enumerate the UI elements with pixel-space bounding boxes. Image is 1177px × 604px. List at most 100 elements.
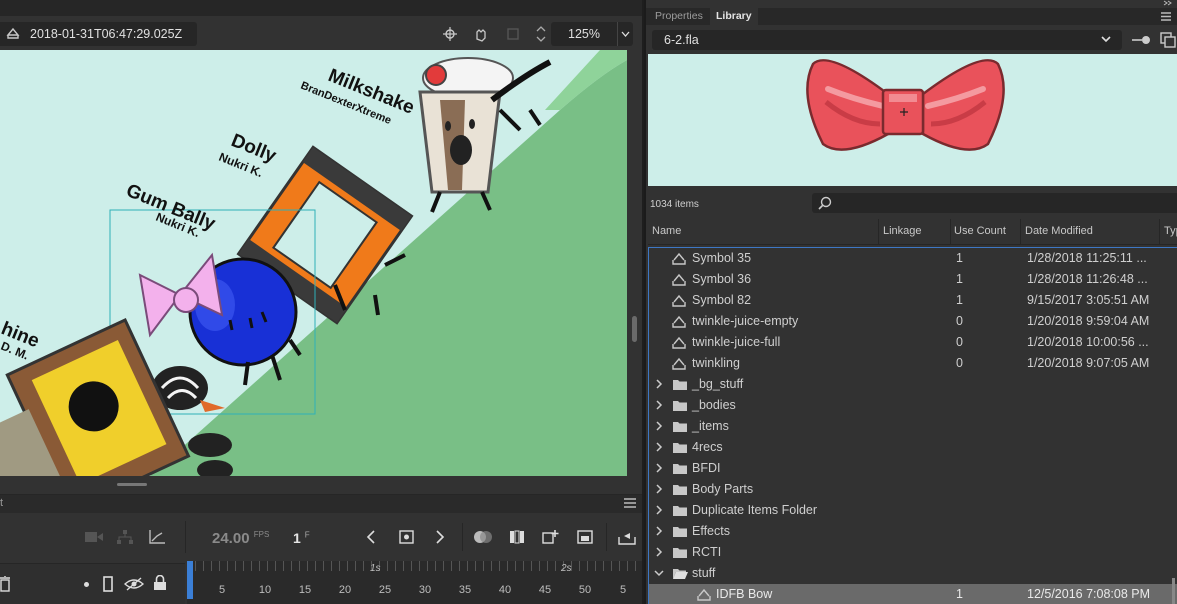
- fps-display[interactable]: 24.00 FPS: [212, 530, 269, 547]
- library-symbol-row[interactable]: Symbol 35 1 1/28/2018 11:25:11 ...: [649, 248, 1177, 269]
- edit-multiple-frames-icon[interactable]: [509, 530, 525, 544]
- rotation-tool-icon[interactable]: [471, 24, 491, 44]
- item-date-modified: 9/15/2017 3:05:51 AM: [1027, 293, 1150, 307]
- zoom-stepper-icon[interactable]: [533, 22, 549, 46]
- chevron-right-icon[interactable]: [654, 463, 664, 473]
- library-symbol-row[interactable]: IDFB Bow 1 12/5/2016 7:08:08 PM: [649, 584, 1177, 604]
- library-folder-row[interactable]: Duplicate Items Folder: [649, 500, 1177, 521]
- chevron-right-icon[interactable]: [654, 442, 664, 452]
- stage-vertical-scrollbar[interactable]: [627, 50, 642, 476]
- outline-toggle-icon[interactable]: [103, 576, 113, 592]
- library-folder-row[interactable]: _bodies: [649, 395, 1177, 416]
- tween-icon[interactable]: [618, 529, 636, 545]
- second-marker-1: 1s: [370, 563, 381, 574]
- folder-icon: [672, 420, 688, 433]
- chevron-down-icon[interactable]: [617, 22, 633, 46]
- splitter-grip[interactable]: [117, 483, 147, 486]
- chevron-down-icon: [1101, 36, 1111, 43]
- item-name: Duplicate Items Folder: [692, 503, 818, 517]
- chevron-right-icon[interactable]: [654, 421, 664, 431]
- chevron-right-icon[interactable]: [654, 379, 664, 389]
- onion-skin-icon[interactable]: [473, 530, 493, 544]
- frame-tick: 50: [578, 584, 592, 596]
- clip-stage-icon[interactable]: [503, 24, 523, 44]
- library-search-input[interactable]: [812, 193, 1177, 213]
- column-name[interactable]: Name: [652, 225, 681, 245]
- current-frame[interactable]: 1 F: [293, 530, 310, 546]
- new-library-panel-icon[interactable]: [1160, 32, 1176, 48]
- item-use-count: 1: [956, 293, 963, 307]
- panel-menu-icon[interactable]: [1161, 12, 1171, 21]
- insert-frame-icon[interactable]: [542, 529, 560, 545]
- library-symbol-row[interactable]: twinkle-juice-empty 0 1/20/2018 9:59:04 AM: [649, 311, 1177, 332]
- library-folder-row[interactable]: Body Parts: [649, 479, 1177, 500]
- tab-library[interactable]: Library: [710, 8, 758, 25]
- chevron-right-icon[interactable]: [654, 400, 664, 410]
- pin-library-icon[interactable]: [1132, 33, 1152, 47]
- column-linkage[interactable]: Linkage: [883, 225, 922, 245]
- scrollbar-thumb[interactable]: [632, 316, 637, 342]
- document-name: 6-2.fla: [664, 33, 699, 47]
- library-symbol-row[interactable]: twinkling 0 1/20/2018 9:07:05 AM: [649, 353, 1177, 374]
- library-folder-row[interactable]: _items: [649, 416, 1177, 437]
- panel-splitter[interactable]: [0, 476, 642, 494]
- panel-tabs: Properties Library: [646, 8, 1177, 25]
- frame-tick: 10: [258, 584, 272, 596]
- column-date-modified[interactable]: Date Modified: [1025, 225, 1093, 245]
- zoom-value: 125%: [568, 27, 600, 41]
- library-folder-row[interactable]: _bg_stuff: [649, 374, 1177, 395]
- playhead[interactable]: [187, 561, 193, 599]
- library-symbol-row[interactable]: Symbol 82 1 9/15/2017 3:05:51 AM: [649, 290, 1177, 311]
- library-folder-row[interactable]: BFDI: [649, 458, 1177, 479]
- zoom-field[interactable]: 125%: [551, 22, 633, 46]
- column-use-count[interactable]: Use Count: [954, 225, 1006, 245]
- document-selector[interactable]: 6-2.fla: [652, 30, 1122, 50]
- timeline-ruler[interactable]: 1s 2s 5 10 15 20 25 30 35 40 45 50 5: [187, 561, 642, 604]
- visibility-toggle-icon[interactable]: [124, 576, 144, 592]
- insert-blank-keyframe-icon[interactable]: [577, 530, 593, 544]
- timeline-controls: 24.00 FPS 1 F: [0, 521, 642, 553]
- item-use-count: 0: [956, 356, 963, 370]
- item-name: Symbol 36: [692, 272, 752, 286]
- timeline-tab-stub[interactable]: t: [0, 497, 3, 509]
- previous-keyframe-icon[interactable]: [366, 530, 376, 544]
- collapse-panel-icon[interactable]: [1163, 0, 1173, 6]
- camera-icon[interactable]: [85, 531, 103, 543]
- tab-properties[interactable]: Properties: [649, 8, 709, 25]
- timeline-header: t: [0, 495, 642, 513]
- item-name: Body Parts: [692, 482, 754, 496]
- library-folder-row[interactable]: RCTI: [649, 542, 1177, 563]
- library-folder-row[interactable]: Effects: [649, 521, 1177, 542]
- trash-icon[interactable]: [0, 576, 10, 592]
- insert-keyframe-icon[interactable]: [399, 530, 415, 544]
- folder-icon: [672, 546, 688, 559]
- chevron-right-icon[interactable]: [654, 526, 664, 536]
- item-name: Symbol 35: [692, 251, 752, 265]
- layer-parenting-icon[interactable]: [117, 530, 133, 544]
- library-item-list[interactable]: Symbol 35 1 1/28/2018 11:25:11 ... Symbol 3…: [648, 247, 1177, 604]
- item-name: IDFB Bow: [716, 587, 773, 601]
- chevron-down-icon[interactable]: [654, 568, 664, 578]
- graph-icon[interactable]: [149, 530, 165, 544]
- frame-tick: 30: [418, 584, 432, 596]
- next-keyframe-icon[interactable]: [435, 530, 445, 544]
- library-folder-row[interactable]: stuff: [649, 563, 1177, 584]
- library-symbol-row[interactable]: Symbol 36 1 1/28/2018 11:26:48 ...: [649, 269, 1177, 290]
- scene-selector[interactable]: 2018-01-31T06:47:29.025Z: [0, 22, 197, 46]
- chevron-right-icon[interactable]: [654, 505, 664, 515]
- frame-tick: 25: [378, 584, 392, 596]
- library-preview: [648, 54, 1177, 186]
- edit-bar: 2018-01-31T06:47:29.025Z 125%: [0, 15, 642, 50]
- stage-canvas[interactable]: Milkshake BranDexterXtreme Dolly Nukri K…: [0, 50, 627, 476]
- lock-icon[interactable]: [153, 575, 167, 591]
- chevron-right-icon[interactable]: [654, 484, 664, 494]
- folder-icon: [672, 525, 688, 538]
- center-stage-icon[interactable]: [440, 24, 460, 44]
- chevron-right-icon[interactable]: [654, 547, 664, 557]
- panel-menu-icon[interactable]: [624, 498, 636, 508]
- column-type[interactable]: Typ: [1164, 225, 1177, 245]
- library-list-scrollbar[interactable]: [1172, 578, 1175, 604]
- library-folder-row[interactable]: 4recs: [649, 437, 1177, 458]
- library-symbol-row[interactable]: twinkle-juice-full 0 1/20/2018 10:00:56 ..…: [649, 332, 1177, 353]
- symbol-icon: [697, 588, 713, 601]
